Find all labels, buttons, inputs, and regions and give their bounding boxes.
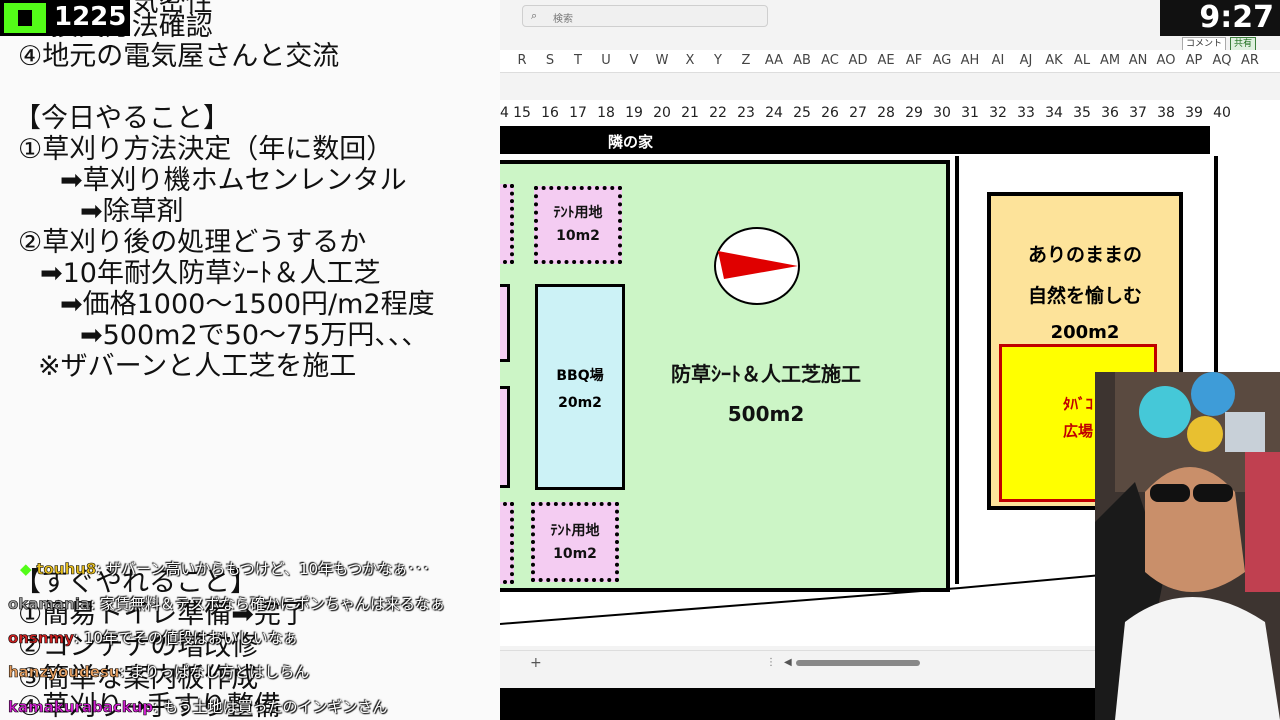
search-icon: ⌕ — [531, 9, 538, 22]
column-header[interactable]: AE — [872, 53, 900, 68]
column-header[interactable]: U — [592, 53, 620, 68]
column-header[interactable]: AN — [1124, 53, 1152, 68]
column-header[interactable]: W — [648, 53, 676, 68]
column-header[interactable]: AL — [1068, 53, 1096, 68]
share-button[interactable]: 共有 — [1230, 37, 1257, 51]
note-line: ➡草刈り機ホムセンレンタル — [60, 165, 407, 196]
search-placeholder: 検索 — [553, 14, 573, 25]
column-headers: R S T U V W X Y Z AA AB AC AD AE AF AG A… — [500, 50, 1280, 73]
add-sheet-button[interactable]: + — [530, 655, 542, 671]
column-header[interactable]: X — [676, 53, 704, 68]
cell-number[interactable]: 20 — [648, 105, 676, 121]
streamer-webcam-image — [1095, 372, 1280, 720]
cell-number[interactable]: 34 — [1040, 105, 1068, 121]
cell-number[interactable]: 15 — [508, 105, 536, 121]
cell-number[interactable]: 32 — [984, 105, 1012, 121]
viewer-count: 1225 — [54, 2, 127, 32]
column-header[interactable]: V — [620, 53, 648, 68]
column-header[interactable]: R — [508, 53, 536, 68]
chat-message: ◆ touhu8: ザバーン高いからもつけど、10年もつかなぁ･･･ — [20, 560, 430, 579]
note-line: ④地元の電気屋さんと交流 — [18, 41, 340, 72]
note-line: 【今日やること】 — [14, 103, 230, 134]
cell-number[interactable]: 16 — [536, 105, 564, 121]
column-header[interactable]: AP — [1180, 53, 1208, 68]
cell-number[interactable]: 37 — [1124, 105, 1152, 121]
note-line: ①草刈り方法決定（年に数回） — [18, 134, 394, 165]
cell-number[interactable]: 33 — [1012, 105, 1040, 121]
cell-number[interactable]: 25 — [788, 105, 816, 121]
note-line: ➡価格1000～1500円/m2程度 — [60, 289, 435, 320]
column-header[interactable]: AG — [928, 53, 956, 68]
column-header[interactable]: AB — [788, 53, 816, 68]
comment-button[interactable]: コメント — [1182, 37, 1227, 51]
cell-number[interactable]: 38 — [1152, 105, 1180, 121]
chat-message: kamakurabackup: もう土地は買ったのインギンさん — [8, 698, 388, 717]
chat-text: 家賃無料＆テスボなら確かにポンちゃんは来るなぁ — [99, 595, 445, 613]
cell-number[interactable]: 36 — [1096, 105, 1124, 121]
column-header[interactable]: AA — [760, 53, 788, 68]
column-header[interactable]: AQ — [1208, 53, 1236, 68]
horizontal-scrollbar[interactable] — [796, 660, 920, 666]
number-row: 14 15 16 17 18 19 20 21 22 23 24 25 26 2… — [500, 100, 1280, 126]
chat-message: okamania: 家賃無料＆テスボなら確かにポンちゃんは来るなぁ — [8, 595, 445, 614]
chat-text: まりっぱなし方とはしらん — [129, 663, 310, 681]
column-header[interactable]: AD — [844, 53, 872, 68]
cell-number[interactable]: 29 — [900, 105, 928, 121]
column-header[interactable]: AM — [1096, 53, 1124, 68]
cell-number[interactable]: 26 — [816, 105, 844, 121]
more-options-icon[interactable]: ⋮ — [766, 657, 776, 668]
column-header[interactable]: AO — [1152, 53, 1180, 68]
chat-text: 10年でその値段はおいしいなぁ — [83, 629, 298, 647]
chat-username: hanzyoudesu — [8, 663, 120, 682]
column-header[interactable]: Z — [732, 53, 760, 68]
column-header[interactable]: AK — [1040, 53, 1068, 68]
webcam-overlay — [1095, 372, 1280, 720]
column-header[interactable]: T — [564, 53, 592, 68]
cell-number[interactable]: 30 — [928, 105, 956, 121]
column-header[interactable]: AI — [984, 53, 1012, 68]
scroll-left-icon[interactable]: ◀ — [784, 657, 792, 668]
column-header[interactable]: S — [536, 53, 564, 68]
cell-number[interactable]: 21 — [676, 105, 704, 121]
cell-number[interactable]: 23 — [732, 105, 760, 121]
note-line: ➡500m2で50～75万円、、、 — [80, 320, 429, 351]
cell-number[interactable]: 40 — [1208, 105, 1236, 121]
cell-number[interactable]: 31 — [956, 105, 984, 121]
chat-message: onsnmy: 10年でその値段はおいしいなぁ — [8, 629, 298, 648]
note-line: ➡10年耐久防草ｼｰﾄ＆人工芝 — [40, 258, 381, 289]
cell-number[interactable]: 19 — [620, 105, 648, 121]
chat-text: ザバーン高いからもつけど、10年もつかなぁ･･･ — [106, 560, 430, 578]
cell-number[interactable]: 27 — [844, 105, 872, 121]
chat-text: もう土地は買ったのインギンさん — [163, 698, 388, 716]
note-line: ※ザバーンと人工芝を施工 — [38, 351, 357, 382]
cell-number[interactable]: 24 — [760, 105, 788, 121]
diamond-icon: ◆ — [20, 560, 32, 578]
column-header[interactable]: AC — [816, 53, 844, 68]
kick-logo-icon — [4, 3, 46, 33]
column-header[interactable]: AF — [900, 53, 928, 68]
cell-number[interactable]: 39 — [1180, 105, 1208, 121]
column-header[interactable]: AH — [956, 53, 984, 68]
cell-number[interactable]: 17 — [564, 105, 592, 121]
stream-clock: 9:27 — [1160, 0, 1280, 36]
note-line: ②草刈り後の処理どうするか — [18, 227, 367, 258]
chat-username: touhu8 — [36, 560, 97, 579]
column-header[interactable]: Y — [704, 53, 732, 68]
cell-number[interactable]: 35 — [1068, 105, 1096, 121]
chat-username: onsnmy — [8, 629, 75, 648]
search-input[interactable]: ⌕ 検索 — [522, 5, 768, 27]
column-header[interactable]: AJ — [1012, 53, 1040, 68]
chat-message: hanzyoudesu: まりっぱなし方とはしらん — [8, 663, 310, 682]
column-header[interactable]: AR — [1236, 53, 1264, 68]
chat-username: okamania — [8, 595, 91, 614]
cell-number[interactable]: 28 — [872, 105, 900, 121]
cell-number[interactable]: 18 — [592, 105, 620, 121]
viewer-count-badge: 1225 — [0, 0, 130, 36]
cell-number[interactable]: 22 — [704, 105, 732, 121]
note-line: ➡除草剤 — [80, 196, 184, 227]
chat-username: kamakurabackup — [8, 698, 154, 717]
